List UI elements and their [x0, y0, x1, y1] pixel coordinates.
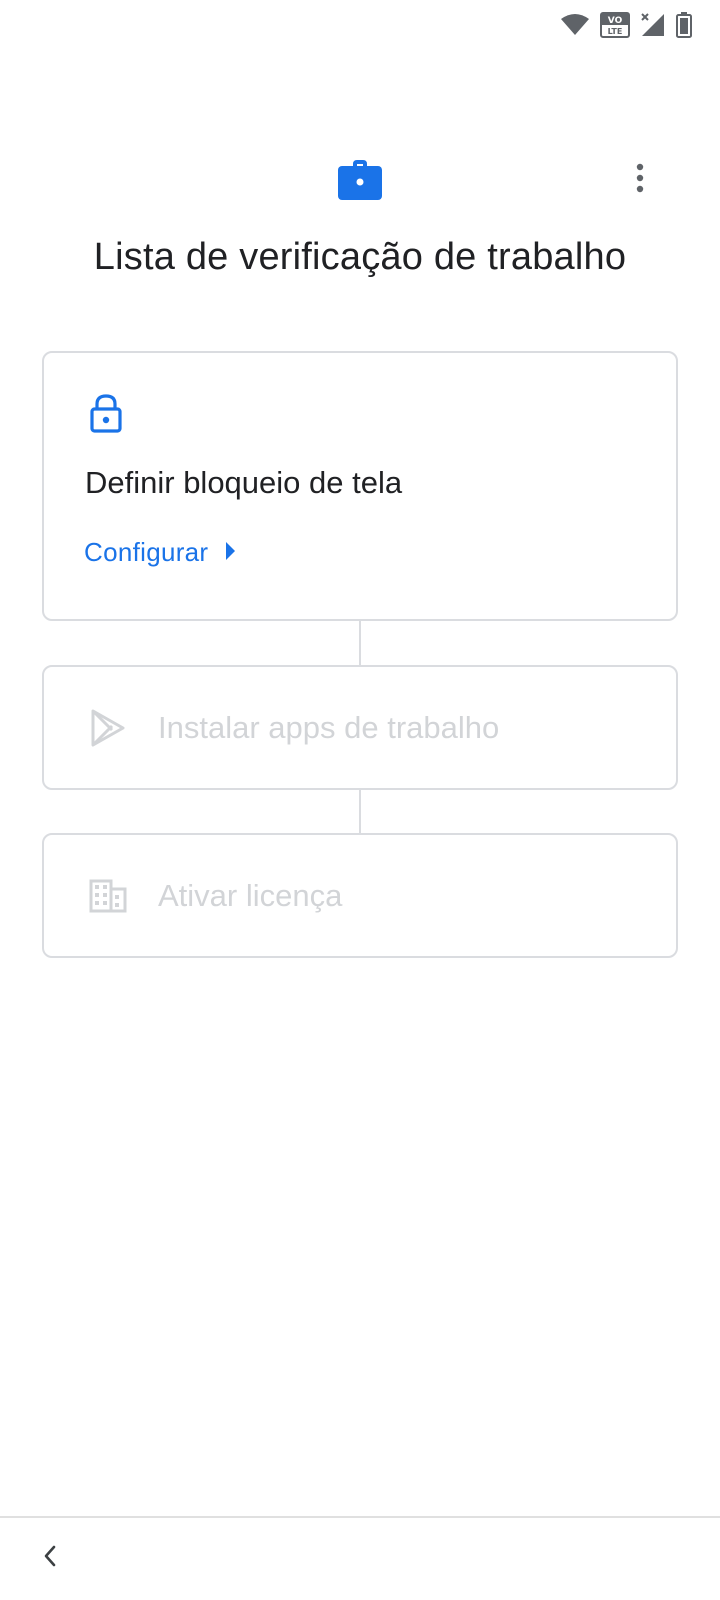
more-vert-icon[interactable]: [620, 156, 660, 200]
volte-icon: VO LTE: [600, 12, 630, 38]
briefcase-icon: [336, 154, 384, 202]
page-title: Lista de verificação de trabalho: [93, 236, 627, 278]
back-button[interactable]: [30, 1538, 70, 1578]
volte-top-text: VO: [608, 16, 623, 26]
arrow-right-icon: [224, 537, 236, 568]
configure-label: Configurar: [84, 537, 209, 567]
status-icons: VO LTE: [560, 12, 692, 38]
battery-icon: [676, 12, 692, 38]
checklist-step-screen-lock: Definir bloqueio de tela Configurar: [42, 351, 678, 621]
step-row: Instalar apps de trabalho: [88, 667, 499, 788]
volte-bottom-text: LTE: [608, 27, 623, 36]
configure-button[interactable]: Configurar: [84, 537, 236, 568]
status-bar: VO LTE: [0, 0, 720, 50]
checklist-step-activate-license: Ativar licença: [42, 833, 678, 958]
signal-icon: [640, 12, 666, 38]
step-row: Ativar licença: [88, 835, 342, 956]
bottom-divider: [0, 1516, 720, 1518]
step-connector: [359, 790, 361, 833]
lock-icon: [88, 393, 124, 433]
step-title: Instalar apps de trabalho: [158, 709, 500, 745]
step-connector: [359, 621, 361, 665]
step-title: Ativar licença: [158, 877, 343, 913]
play-store-icon: [88, 708, 128, 748]
wifi-icon: [560, 13, 590, 37]
checklist-step-install-apps: Instalar apps de trabalho: [42, 665, 678, 790]
step-title: Definir bloqueio de tela: [85, 465, 403, 500]
building-icon: [88, 876, 128, 916]
chevron-left-icon: [42, 1544, 58, 1573]
